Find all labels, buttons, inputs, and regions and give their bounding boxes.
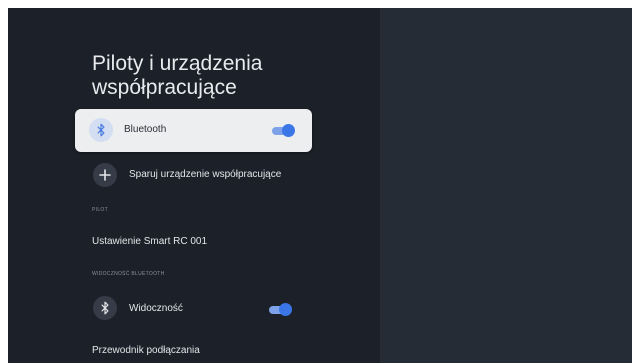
- smart-rc-setting[interactable]: Ustawienie Smart RC 001: [92, 236, 207, 247]
- visibility-toggle[interactable]: [269, 303, 292, 316]
- tv-screen: Piloty i urządzenia współpracujące Bluet…: [8, 8, 632, 363]
- visibility-label: Widoczność: [129, 303, 183, 314]
- bluetooth-icon: [93, 296, 117, 320]
- toggle-thumb: [279, 303, 292, 316]
- section-header-visibility: WIDOCZNOŚĆ BLUETOOTH: [92, 271, 165, 277]
- pair-device-row[interactable]: Sparuj urządzenie współpracujące: [75, 160, 312, 190]
- bluetooth-row[interactable]: Bluetooth: [75, 109, 312, 152]
- bluetooth-label: Bluetooth: [124, 124, 167, 135]
- bluetooth-icon: [89, 118, 113, 142]
- plus-icon: [93, 163, 117, 187]
- bluetooth-toggle[interactable]: [272, 124, 295, 137]
- visibility-row[interactable]: Widoczność: [75, 293, 312, 323]
- settings-panel: Piloty i urządzenia współpracujące Bluet…: [8, 8, 380, 363]
- pairing-guide-link[interactable]: Przewodnik podłączania: [92, 345, 200, 356]
- page-title: Piloty i urządzenia współpracujące: [92, 52, 263, 99]
- toggle-thumb: [282, 124, 295, 137]
- section-header-remote: PILOT: [92, 207, 108, 213]
- pair-device-label: Sparuj urządzenie współpracujące: [129, 169, 282, 180]
